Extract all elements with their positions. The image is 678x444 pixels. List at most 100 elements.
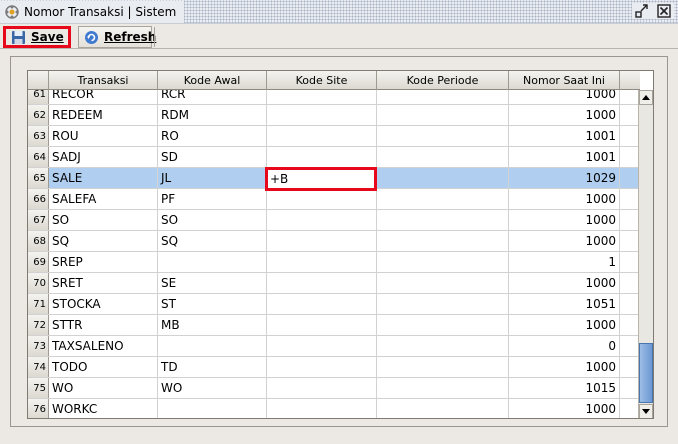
- cell-kode-periode[interactable]: [377, 168, 509, 188]
- cell-nomor-saat-ini[interactable]: 1000: [509, 105, 620, 125]
- cell-kode-site[interactable]: [267, 126, 377, 146]
- table-row[interactable]: 71 STOCKA ST 1051: [28, 294, 640, 315]
- cell-kode-periode[interactable]: [377, 357, 509, 377]
- cell-kode-awal[interactable]: [158, 336, 267, 356]
- cell-transaksi[interactable]: STTR: [49, 315, 158, 335]
- cell-nomor-saat-ini[interactable]: 1000: [509, 273, 620, 293]
- cell-nomor-saat-ini[interactable]: 1001: [509, 147, 620, 167]
- table-row[interactable]: 67 SO SO 1000: [28, 210, 640, 231]
- cell-transaksi[interactable]: SALE: [49, 168, 158, 188]
- row-number[interactable]: 74: [28, 357, 49, 377]
- cell-transaksi[interactable]: SO: [49, 210, 158, 230]
- cell-nomor-saat-ini[interactable]: 1000: [509, 315, 620, 335]
- row-number[interactable]: 65: [28, 168, 49, 188]
- table-row[interactable]: 70 SRET SE 1000: [28, 273, 640, 294]
- cell-kode-periode[interactable]: [377, 336, 509, 356]
- cell-kode-periode[interactable]: [377, 252, 509, 272]
- column-header-nomor-saat-ini[interactable]: Nomor Saat Ini: [509, 71, 620, 90]
- cell-nomor-saat-ini[interactable]: 1000: [509, 210, 620, 230]
- table-row[interactable]: 69 SREP 1: [28, 252, 640, 273]
- cell-transaksi[interactable]: REDEEM: [49, 105, 158, 125]
- cell-kode-site[interactable]: [267, 210, 377, 230]
- row-number[interactable]: 72: [28, 315, 49, 335]
- cell-nomor-saat-ini[interactable]: 1051: [509, 294, 620, 314]
- table-row[interactable]: 68 SQ SQ 1000: [28, 231, 640, 252]
- cell-kode-awal[interactable]: JL: [158, 168, 267, 188]
- cell-kode-awal[interactable]: [158, 399, 267, 418]
- cell-transaksi[interactable]: STOCKA: [49, 294, 158, 314]
- cell-transaksi[interactable]: SREP: [49, 252, 158, 272]
- cell-kode-site[interactable]: [267, 252, 377, 272]
- table-row[interactable]: 62 REDEEM RDM 1000: [28, 105, 640, 126]
- cell-kode-awal[interactable]: RDM: [158, 105, 267, 125]
- cell-transaksi[interactable]: SQ: [49, 231, 158, 251]
- cell-nomor-saat-ini[interactable]: 1029: [509, 168, 620, 188]
- cell-transaksi[interactable]: WO: [49, 378, 158, 398]
- table-row[interactable]: 73 TAXSALENO 0: [28, 336, 640, 357]
- row-number[interactable]: 73: [28, 336, 49, 356]
- cell-kode-periode[interactable]: [377, 294, 509, 314]
- row-number[interactable]: 70: [28, 273, 49, 293]
- scroll-down-button[interactable]: [639, 404, 653, 418]
- cell-transaksi[interactable]: SADJ: [49, 147, 158, 167]
- row-number[interactable]: 75: [28, 378, 49, 398]
- cell-kode-awal[interactable]: [158, 252, 267, 272]
- cell-kode-site[interactable]: [267, 378, 377, 398]
- column-header-kode-site[interactable]: Kode Site: [267, 71, 377, 90]
- table-row[interactable]: 63 ROU RO 1001: [28, 126, 640, 147]
- cell-nomor-saat-ini[interactable]: 1: [509, 252, 620, 272]
- table-row[interactable]: 64 SADJ SD 1001: [28, 147, 640, 168]
- cell-transaksi[interactable]: SRET: [49, 273, 158, 293]
- cell-kode-site[interactable]: [267, 147, 377, 167]
- cell-kode-site[interactable]: [267, 357, 377, 377]
- table-row[interactable]: 76 WORKC 1000: [28, 399, 640, 418]
- column-header-kode-periode[interactable]: Kode Periode: [377, 71, 509, 90]
- cell-kode-awal[interactable]: ST: [158, 294, 267, 314]
- scroll-up-button[interactable]: [639, 90, 653, 105]
- cell-kode-periode[interactable]: [377, 189, 509, 209]
- scroll-thumb[interactable]: [639, 343, 653, 403]
- refresh-button[interactable]: Refresh: [78, 26, 156, 48]
- cell-transaksi[interactable]: ROU: [49, 126, 158, 146]
- row-number[interactable]: 63: [28, 126, 49, 146]
- cell-kode-periode[interactable]: [377, 315, 509, 335]
- cell-nomor-saat-ini[interactable]: 1000: [509, 231, 620, 251]
- row-number[interactable]: 62: [28, 105, 49, 125]
- cell-kode-site[interactable]: [267, 294, 377, 314]
- cell-transaksi[interactable]: TODO: [49, 357, 158, 377]
- cell-kode-site[interactable]: [267, 336, 377, 356]
- minimize-icon[interactable]: [634, 3, 650, 19]
- cell-nomor-saat-ini[interactable]: 0: [509, 336, 620, 356]
- row-number[interactable]: 76: [28, 399, 49, 418]
- cell-kode-site[interactable]: [267, 231, 377, 251]
- cell-kode-awal[interactable]: SD: [158, 147, 267, 167]
- cell-kode-periode[interactable]: [377, 231, 509, 251]
- cell-kode-site[interactable]: [267, 189, 377, 209]
- cell-kode-periode[interactable]: [377, 147, 509, 167]
- cell-kode-awal[interactable]: SQ: [158, 231, 267, 251]
- kode-site-input[interactable]: [270, 172, 374, 186]
- column-header-transaksi[interactable]: Transaksi: [49, 71, 158, 90]
- cell-kode-periode[interactable]: [377, 105, 509, 125]
- cell-nomor-saat-ini[interactable]: 1000: [509, 399, 620, 418]
- row-number[interactable]: 66: [28, 189, 49, 209]
- cell-nomor-saat-ini[interactable]: 1015: [509, 378, 620, 398]
- cell-kode-awal[interactable]: SO: [158, 210, 267, 230]
- cell-kode-periode[interactable]: [377, 126, 509, 146]
- cell-kode-awal[interactable]: WO: [158, 378, 267, 398]
- cell-kode-periode[interactable]: [377, 378, 509, 398]
- cell-kode-awal[interactable]: SE: [158, 273, 267, 293]
- kode-site-editor[interactable]: [265, 167, 377, 191]
- cell-kode-awal[interactable]: TD: [158, 357, 267, 377]
- row-number[interactable]: 67: [28, 210, 49, 230]
- cell-kode-site[interactable]: [267, 105, 377, 125]
- table-row[interactable]: 74 TODO TD 1000: [28, 357, 640, 378]
- row-number[interactable]: 68: [28, 231, 49, 251]
- cell-kode-periode[interactable]: [377, 210, 509, 230]
- cell-kode-awal[interactable]: MB: [158, 315, 267, 335]
- table-row[interactable]: 72 STTR MB 1000: [28, 315, 640, 336]
- cell-kode-periode[interactable]: [377, 399, 509, 418]
- cell-kode-periode[interactable]: [377, 273, 509, 293]
- cell-kode-awal[interactable]: PF: [158, 189, 267, 209]
- cell-kode-site[interactable]: [267, 315, 377, 335]
